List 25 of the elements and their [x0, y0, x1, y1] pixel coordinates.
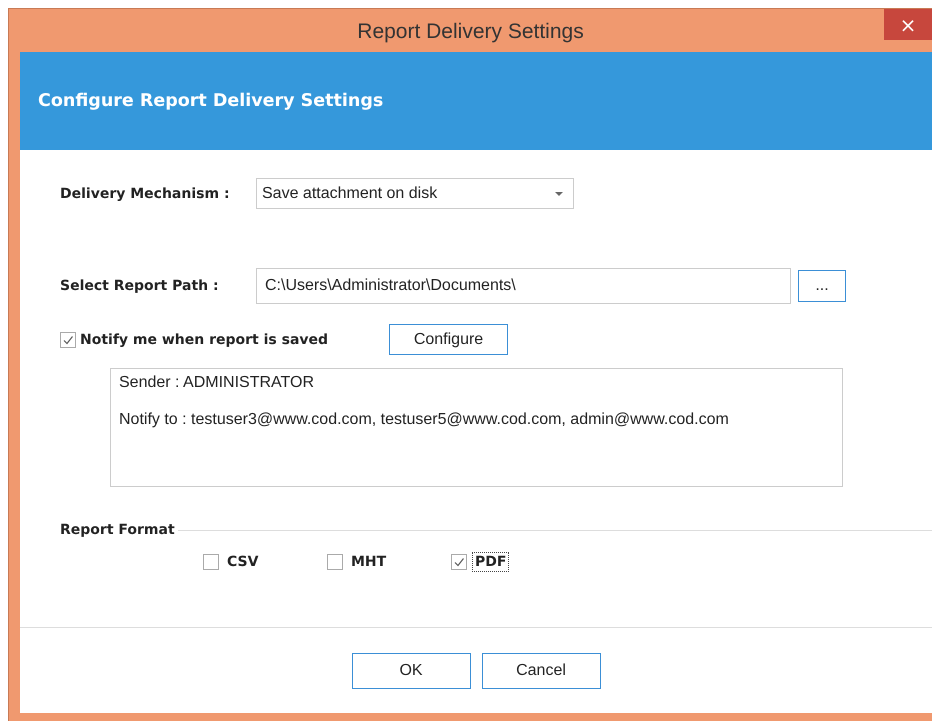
- checkbox[interactable]: [451, 554, 467, 570]
- caret-icon: [555, 192, 563, 196]
- header-title: Configure Report Delivery Settings: [38, 91, 384, 111]
- window-title: Report Delivery Settings: [357, 20, 584, 44]
- details-text: Sender : ADMINISTRATOR: [119, 374, 316, 392]
- field-label: Select Report Path :: [60, 278, 220, 294]
- checkbox-label: Notify me when report is saved: [80, 332, 328, 348]
- delivery-dropdown[interactable]: Save attachment on disk: [256, 178, 574, 209]
- dialog-button[interactable]: OK: [352, 652, 470, 688]
- path-field[interactable]: C:\Users\Administrator\Documents\: [256, 268, 791, 304]
- checkbox[interactable]: [203, 554, 219, 570]
- details-text: Notify to : testuser3@www.cod.com, testuser5@www.cod.com, admin@www.cod.com: [119, 411, 730, 429]
- close-button[interactable]: ×: [884, 9, 932, 40]
- checkbox-label: CSV: [226, 553, 260, 572]
- field-label: Delivery Mechanism :: [60, 186, 231, 202]
- checkbox[interactable]: [60, 332, 76, 348]
- browse-button[interactable]: ...: [798, 270, 846, 302]
- checkbox-label: MHT: [350, 553, 388, 572]
- checkmark-icon: [62, 334, 74, 346]
- checkbox-label: PDF: [472, 552, 510, 572]
- dialog-button[interactable]: Cancel: [482, 652, 600, 688]
- group-title: Report Format: [60, 522, 175, 538]
- configure-button[interactable]: Configure: [389, 324, 508, 355]
- checkmark-icon: [453, 556, 465, 568]
- checkbox[interactable]: [327, 554, 343, 570]
